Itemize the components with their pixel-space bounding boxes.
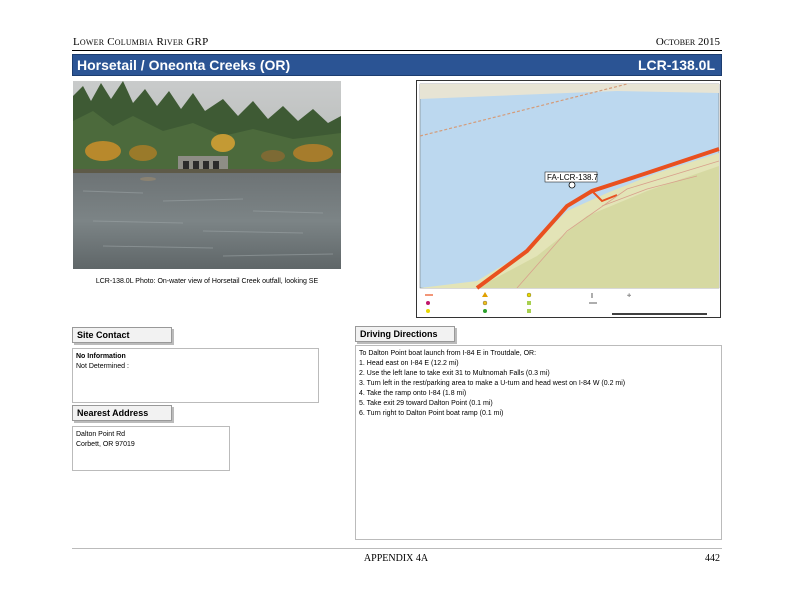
site-map: FA-LCR-138.7 ✛ [416, 80, 721, 318]
direction-step: 6. Turn right to Dalton Point boat ramp … [359, 410, 504, 417]
header-rule [72, 50, 722, 51]
photo-caption: LCR-138.0L Photo: On-water view of Horse… [95, 278, 319, 285]
address-line2: Corbett, OR 97019 [76, 441, 135, 448]
direction-step: 5. Take exit 29 toward Dalton Point (0.1… [359, 400, 493, 407]
footer-appendix: APPENDIX 4A [363, 553, 429, 564]
direction-step: 3. Turn left in the rest/parking area to… [359, 380, 626, 387]
header-left: Lower Columbia River GRP [73, 36, 209, 48]
nearest-address-label: Nearest Address [72, 405, 172, 421]
driving-directions-box: To Dalton Point boat launch from I-84 E … [355, 345, 722, 540]
page-number: 442 [705, 553, 720, 564]
svg-text:✛: ✛ [627, 293, 631, 299]
site-contact-box: No Information Not Determined : [72, 348, 319, 403]
site-name: Horsetail / Oneonta Creeks (OR) [77, 57, 291, 73]
directions-intro: To Dalton Point boat launch from I-84 E … [359, 350, 537, 357]
driving-directions-label: Driving Directions [355, 326, 455, 342]
direction-step: 1. Head east on I-84 E (12.2 mi) [359, 360, 459, 367]
contact-name: No Information [76, 353, 126, 360]
footer-rule [72, 548, 722, 549]
contact-detail: Not Determined : [76, 363, 129, 370]
site-contact-label: Site Contact [72, 327, 172, 343]
direction-step: 4. Take the ramp onto I-84 (1.8 mi) [359, 390, 467, 397]
nearest-address-box: Dalton Point Rd Corbett, OR 97019 [72, 426, 230, 471]
address-line1: Dalton Point Rd [76, 431, 126, 438]
site-code: LCR-138.0L [637, 57, 715, 73]
direction-step: 2. Use the left lane to take exit 31 to … [359, 370, 550, 377]
site-photo [73, 81, 341, 269]
map-site-label: FA-LCR-138.7 [547, 173, 599, 182]
title-bar: Horsetail / Oneonta Creeks (OR) LCR-138.… [72, 54, 722, 76]
header-right: October 2015 [655, 36, 720, 48]
